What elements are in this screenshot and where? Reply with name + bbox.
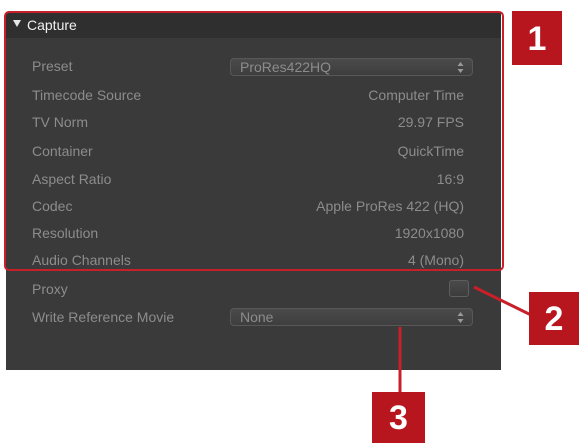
write-reference-movie-select-value: None (240, 309, 274, 325)
proxy-checkbox[interactable] (449, 280, 469, 297)
callout-badge-2: 2 (529, 292, 579, 345)
callout-badge-1: 1 (512, 11, 562, 65)
write-reference-movie-label: Write Reference Movie (32, 309, 175, 325)
callout-frame-1 (4, 11, 504, 271)
callout-badge-3: 3 (372, 392, 425, 443)
proxy-label: Proxy (32, 281, 68, 297)
write-reference-movie-select[interactable]: None (230, 308, 473, 326)
select-stepper-icon (457, 312, 464, 323)
